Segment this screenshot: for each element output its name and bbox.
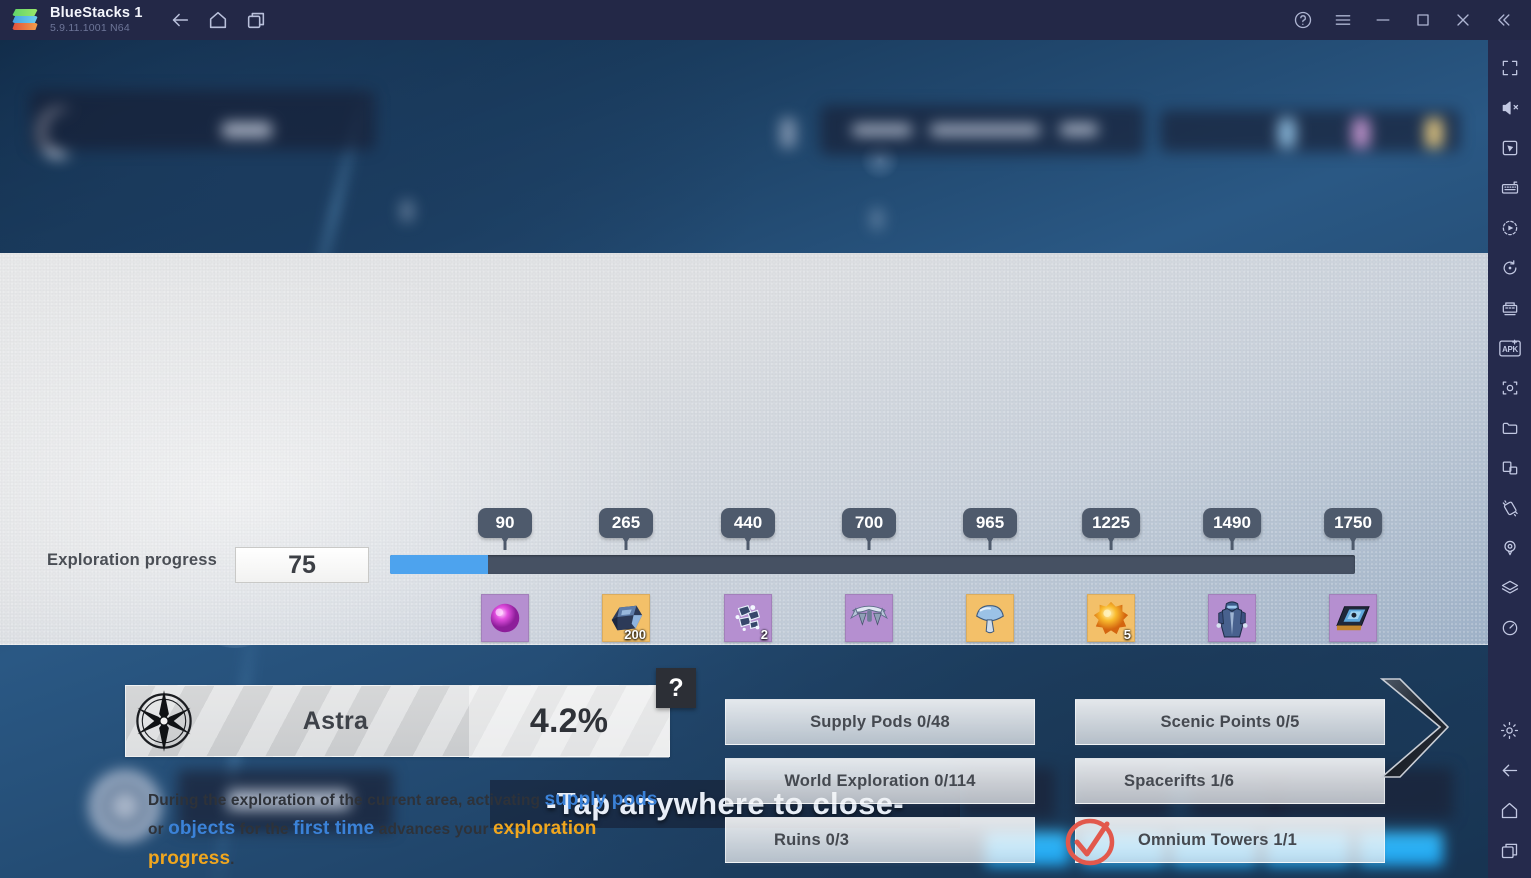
game-controls-icon[interactable]: [1488, 128, 1531, 168]
reward-item-fragment-cluster-icon[interactable]: 2: [724, 594, 772, 642]
milestone-value: 1750: [1324, 508, 1382, 538]
window-controls: [1283, 0, 1523, 40]
desc-part-1: During the exploration of the current ar…: [148, 792, 545, 809]
reward-quantity: 5: [1123, 627, 1131, 642]
app-title: BlueStacks 1: [50, 4, 143, 21]
collapse-sidebar-icon[interactable]: [1483, 0, 1523, 40]
stat-row[interactable]: Supply Pods 0/48: [725, 699, 1035, 745]
game-viewport[interactable]: -Tap anywhere to close- Exploration prog…: [0, 40, 1488, 878]
desc-highlight-supply-pods: supply pods: [544, 789, 658, 810]
bluestacks-logo-icon: [12, 9, 38, 31]
reward-quantity: 200: [624, 627, 646, 642]
settings-icon[interactable]: [1488, 710, 1531, 750]
recents-icon[interactable]: [1488, 830, 1531, 870]
home-icon[interactable]: [1488, 790, 1531, 830]
milestone-marker-700: 700: [842, 508, 896, 550]
multi-instance-manager-icon[interactable]: [1488, 288, 1531, 328]
desc-highlight-objects: objects: [168, 818, 236, 840]
bluestacks-window: -Tap anywhere to close- Exploration prog…: [0, 0, 1531, 878]
reward-item-wing-glider-icon[interactable]: [845, 594, 893, 642]
astra-percent: 4.2%: [529, 701, 609, 740]
astra-name: Astra: [302, 706, 369, 735]
milestone-value: 1490: [1203, 508, 1261, 538]
bluestacks-sidebar: APK: [1488, 40, 1531, 878]
milestone-value: 440: [721, 508, 775, 538]
exploration-progress-value: 75: [235, 547, 369, 583]
layers-icon[interactable]: [1488, 568, 1531, 608]
help-button[interactable]: ?: [656, 668, 696, 708]
titlebar: BlueStacks 1 5.9.11.1001 N64: [0, 0, 1531, 40]
stat-label: Omnium Towers 1/1: [1138, 830, 1297, 849]
close-icon[interactable]: [1443, 0, 1483, 40]
milestone-marker-265: 265: [599, 508, 653, 550]
macro-recorder-icon[interactable]: [1488, 208, 1531, 248]
stat-row[interactable]: Scenic Points 0/5: [1075, 699, 1385, 745]
astra-card[interactable]: Astra 4.2%: [125, 685, 670, 758]
multi-instance-icon[interactable]: [245, 9, 267, 31]
reward-quantity: 2: [760, 627, 768, 642]
reward-item-ore-chunk-icon[interactable]: 200: [602, 594, 650, 642]
reward-item-sun-core-icon[interactable]: 5: [1087, 594, 1135, 642]
exploration-progress-fill: [390, 555, 489, 574]
reward-item-armor-suit-icon[interactable]: [1208, 594, 1256, 642]
keyboard-icon[interactable]: [1488, 168, 1531, 208]
install-apk-icon[interactable]: APK: [1488, 328, 1531, 368]
exploration-progress-label: Exploration progress: [47, 551, 217, 569]
stat-label: Spacerifts 1/6: [1124, 771, 1235, 790]
exploration-progress-panel: Exploration progress 75 90 265 440 700 965 12…: [0, 253, 1488, 869]
milestone-marker-1750: 1750: [1324, 508, 1382, 550]
milestone-marker-965: 965: [963, 508, 1017, 550]
maximize-icon[interactable]: [1403, 0, 1443, 40]
media-manager-icon[interactable]: [1488, 408, 1531, 448]
reward-item-crystal-orb-icon[interactable]: [481, 594, 529, 642]
stat-label: Scenic Points 0/5: [1160, 712, 1300, 731]
milestone-value: 1225: [1082, 508, 1140, 538]
back-icon[interactable]: [169, 9, 191, 31]
fullscreen-icon[interactable]: [1488, 48, 1531, 88]
stat-row[interactable]: Omnium Towers 1/1: [1075, 817, 1385, 863]
game-hud-top-blurred: [0, 40, 1488, 253]
milestone-value: 90: [478, 508, 532, 538]
menu-icon[interactable]: [1323, 0, 1363, 40]
desc-part-3: for the: [235, 821, 294, 839]
minimize-icon[interactable]: [1363, 0, 1403, 40]
stat-label: World Exploration 0/114: [784, 771, 976, 790]
compass-rose-icon: [126, 685, 202, 757]
shake-icon[interactable]: [1488, 488, 1531, 528]
milestone-marker-1225: 1225: [1082, 508, 1140, 550]
milestone-marker-90: 90: [478, 508, 532, 550]
rotate-icon[interactable]: [1488, 248, 1531, 288]
stat-label: Ruins 0/3: [774, 830, 850, 849]
help-icon[interactable]: [1283, 0, 1323, 40]
stat-row[interactable]: Ruins 0/3: [725, 817, 1035, 863]
back-icon[interactable]: [1488, 750, 1531, 790]
desc-part-4: advances your: [374, 821, 493, 839]
home-icon[interactable]: [207, 9, 229, 31]
svg-text:APK: APK: [1502, 345, 1518, 354]
stat-label: Supply Pods 0/48: [810, 712, 950, 731]
milestone-marker-1490: 1490: [1203, 508, 1261, 550]
app-version: 5.9.11.1001 N64: [50, 22, 130, 35]
titlebar-nav: [169, 9, 267, 31]
desc-part-5: .: [230, 850, 235, 868]
desc-highlight-first-time: first time: [293, 818, 375, 840]
milestone-value: 965: [963, 508, 1017, 538]
exploration-progress-track: [390, 555, 1355, 574]
reward-item-data-chip-icon[interactable]: [1329, 594, 1377, 642]
copy-icon[interactable]: [1488, 448, 1531, 488]
milestone-marker-440: 440: [721, 508, 775, 550]
exploration-description: During the exploration of the current ar…: [148, 785, 668, 873]
reward-item-mushroom-icon[interactable]: [966, 594, 1014, 642]
stat-row[interactable]: World Exploration 0/114: [725, 758, 1035, 804]
mute-icon[interactable]: [1488, 88, 1531, 128]
next-page-chevron-icon[interactable]: [1370, 673, 1450, 783]
screenshot-icon[interactable]: [1488, 368, 1531, 408]
performance-icon[interactable]: [1488, 608, 1531, 648]
stat-row[interactable]: Spacerifts 1/6: [1075, 758, 1385, 804]
location-icon[interactable]: [1488, 528, 1531, 568]
milestone-value: 700: [842, 508, 896, 538]
desc-part-2: or: [148, 821, 169, 839]
milestone-value: 265: [599, 508, 653, 538]
